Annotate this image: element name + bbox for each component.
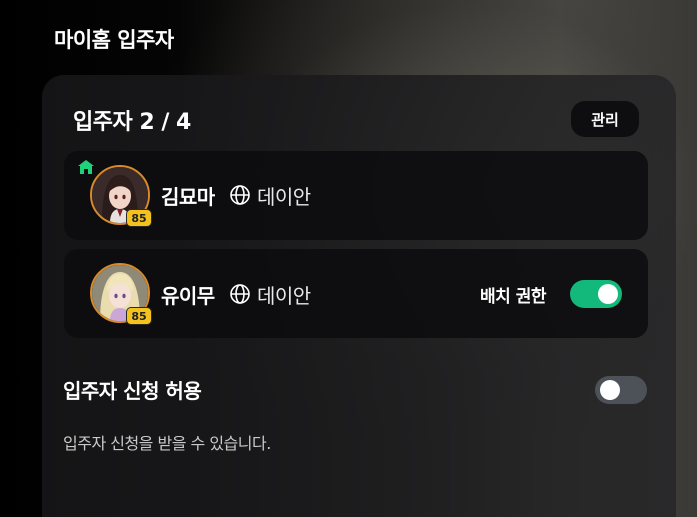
allow-application-toggle[interactable] [595, 376, 647, 404]
allow-application-label: 입주자 신청 허용 [63, 379, 202, 403]
resident-card[interactable] [64, 151, 648, 240]
level-badge: 85 [126, 307, 152, 325]
resident-card[interactable] [64, 249, 648, 338]
toggle-knob [600, 380, 620, 400]
globe-icon [230, 284, 250, 304]
resident-name: 유이무 [161, 284, 215, 308]
avatar[interactable]: 85 [90, 165, 152, 227]
resident-name: 김묘마 [161, 185, 215, 209]
manage-button[interactable]: 관리 [571, 101, 639, 137]
page-title: 마이홈 입주자 [54, 28, 174, 52]
placement-permission-label: 배치 권한 [480, 287, 546, 307]
toggle-knob [598, 284, 618, 304]
server-name: 데이안 [257, 185, 311, 209]
level-badge: 85 [126, 209, 152, 227]
avatar[interactable]: 85 [90, 263, 152, 325]
globe-icon [230, 185, 250, 205]
placement-permission-toggle[interactable] [570, 280, 622, 308]
allow-application-description: 입주자 신청을 받을 수 있습니다. [63, 434, 271, 453]
server-name: 데이안 [257, 284, 311, 308]
residents-count-title: 입주자 2 / 4 [73, 110, 191, 135]
